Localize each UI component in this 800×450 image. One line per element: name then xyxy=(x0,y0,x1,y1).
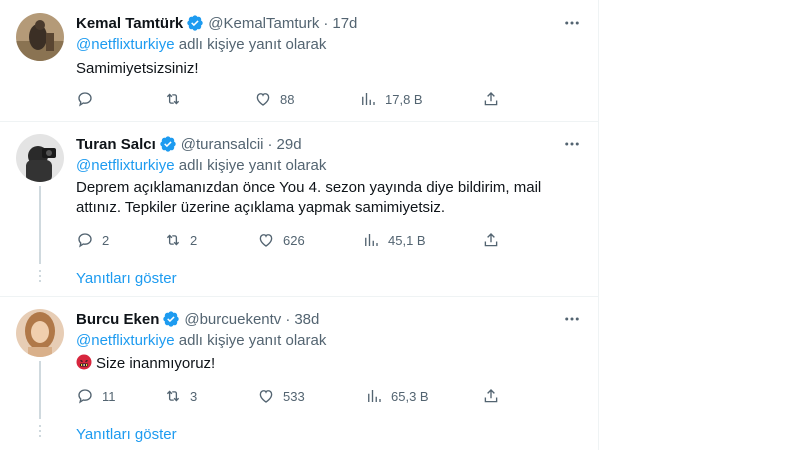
views-button[interactable]: 65,3 B xyxy=(365,385,429,407)
views-button[interactable]: 17,8 B xyxy=(359,88,423,110)
share-button[interactable] xyxy=(482,385,500,407)
heart-icon xyxy=(259,234,273,247)
thread-dots xyxy=(39,270,41,285)
retweet-count: 2 xyxy=(190,232,198,248)
replies-feed: Kemal Tamtürk @KemalTamturk · 17d @netfl… xyxy=(0,0,599,450)
tweet-text-line: Deprem açıklamanızdan önce You 4. sezon … xyxy=(76,179,542,196)
reply-icon xyxy=(78,389,92,404)
author-handle[interactable]: @burcuekentv xyxy=(184,311,281,328)
share-icon xyxy=(484,92,498,106)
verified-badge-icon xyxy=(186,14,204,32)
tweet-actions: 11 3 533 65,3 B xyxy=(76,385,506,407)
separator-dot: · xyxy=(285,310,291,328)
retweet-icon xyxy=(166,93,180,105)
author-handle[interactable]: @KemalTamturk xyxy=(208,15,319,32)
show-replies-link[interactable]: Yanıtları göster xyxy=(76,426,177,443)
thread-dots xyxy=(39,425,41,440)
view-count: 45,1 B xyxy=(388,232,426,248)
like-count: 533 xyxy=(283,388,305,404)
tweet[interactable]: Kemal Tamtürk @KemalTamturk · 17d @netfl… xyxy=(0,0,598,121)
tweet-actions: 2 2 626 45,1 B xyxy=(76,229,506,251)
tweet-header: Turan Salcı @turansalcii · 29d xyxy=(76,134,302,154)
retweet-count: 3 xyxy=(190,388,198,404)
reply-button[interactable] xyxy=(76,88,102,110)
replying-label: adlı kişiye yanıt olarak xyxy=(174,36,327,53)
like-count: 88 xyxy=(280,91,295,107)
author-handle[interactable]: @turansalcii xyxy=(181,136,264,153)
tweet-actions: 88 17,8 B xyxy=(76,88,506,110)
retweet-icon xyxy=(166,234,180,246)
tweet-text-line: attınız. Tepkiler üzerine açıklama yapma… xyxy=(76,199,446,216)
retweet-button[interactable] xyxy=(164,88,190,110)
share-icon xyxy=(484,233,498,247)
avatar[interactable] xyxy=(16,309,64,357)
replying-label: adlı kişiye yanıt olarak xyxy=(174,332,327,349)
thread-line xyxy=(39,186,41,264)
views-button[interactable]: 45,1 B xyxy=(362,229,426,251)
like-count: 626 xyxy=(283,232,305,248)
share-button[interactable] xyxy=(482,88,500,110)
thread-line xyxy=(39,361,41,419)
mention-link[interactable]: @netflixturkiye xyxy=(76,157,175,174)
verified-badge-icon xyxy=(162,310,180,328)
timestamp[interactable]: 29d xyxy=(277,136,302,153)
view-count: 65,3 B xyxy=(391,388,429,404)
cursing-face-emoji-icon xyxy=(76,354,92,370)
tweet-text-content: Size inanmıyoruz! xyxy=(96,355,216,372)
author-name[interactable]: Burcu Eken xyxy=(76,311,159,328)
reply-count: 2 xyxy=(102,232,110,248)
tweet-header: Burcu Eken @burcuekentv · 38d xyxy=(76,309,319,329)
retweet-icon xyxy=(166,390,180,402)
analytics-icon xyxy=(365,234,378,246)
retweet-button[interactable]: 2 xyxy=(164,229,197,251)
tweet[interactable]: Burcu Eken @burcuekentv · 38d @netflixtu… xyxy=(0,297,598,450)
share-button[interactable] xyxy=(482,229,500,251)
analytics-icon xyxy=(362,93,375,105)
separator-dot: · xyxy=(323,14,329,32)
more-options-icon[interactable] xyxy=(562,13,582,33)
mention-link[interactable]: @netflixturkiye xyxy=(76,332,175,349)
analytics-icon xyxy=(368,390,381,402)
tweet-text: Size inanmıyoruz! xyxy=(76,354,546,374)
reply-icon xyxy=(78,233,92,248)
share-icon xyxy=(484,389,498,403)
tweet-text: Samimiyetsizsiniz! xyxy=(76,60,199,77)
reply-icon xyxy=(78,92,92,107)
tweet-header: Kemal Tamtürk @KemalTamturk · 17d xyxy=(76,13,357,33)
reply-button[interactable]: 11 xyxy=(76,385,116,407)
tweet-text: Deprem açıklamanızdan önce You 4. sezon … xyxy=(76,178,556,218)
show-replies-link[interactable]: Yanıtları göster xyxy=(76,270,177,287)
tweet[interactable]: Turan Salcı @turansalcii · 29d @netflixt… xyxy=(0,122,598,296)
heart-icon xyxy=(259,390,273,403)
heart-icon xyxy=(256,93,270,106)
more-options-icon[interactable] xyxy=(562,134,582,154)
timestamp[interactable]: 38d xyxy=(294,311,319,328)
author-name[interactable]: Turan Salcı xyxy=(76,136,156,153)
timestamp[interactable]: 17d xyxy=(332,15,357,32)
separator-dot: · xyxy=(267,135,273,153)
more-options-icon[interactable] xyxy=(562,309,582,329)
author-name[interactable]: Kemal Tamtürk xyxy=(76,15,183,32)
mention-link[interactable]: @netflixturkiye xyxy=(76,36,175,53)
replying-label: adlı kişiye yanıt olarak xyxy=(174,157,327,174)
replying-to: @netflixturkiye adlı kişiye yanıt olarak xyxy=(76,332,326,349)
like-button[interactable]: 88 xyxy=(254,88,294,110)
replying-to: @netflixturkiye adlı kişiye yanıt olarak xyxy=(76,157,326,174)
retweet-button[interactable]: 3 xyxy=(164,385,197,407)
verified-badge-icon xyxy=(159,135,177,153)
like-button[interactable]: 533 xyxy=(257,385,305,407)
like-button[interactable]: 626 xyxy=(257,229,305,251)
avatar[interactable] xyxy=(16,13,64,61)
replying-to: @netflixturkiye adlı kişiye yanıt olarak xyxy=(76,36,326,53)
view-count: 17,8 B xyxy=(385,91,423,107)
reply-count: 11 xyxy=(102,388,116,404)
reply-button[interactable]: 2 xyxy=(76,229,109,251)
avatar[interactable] xyxy=(16,134,64,182)
